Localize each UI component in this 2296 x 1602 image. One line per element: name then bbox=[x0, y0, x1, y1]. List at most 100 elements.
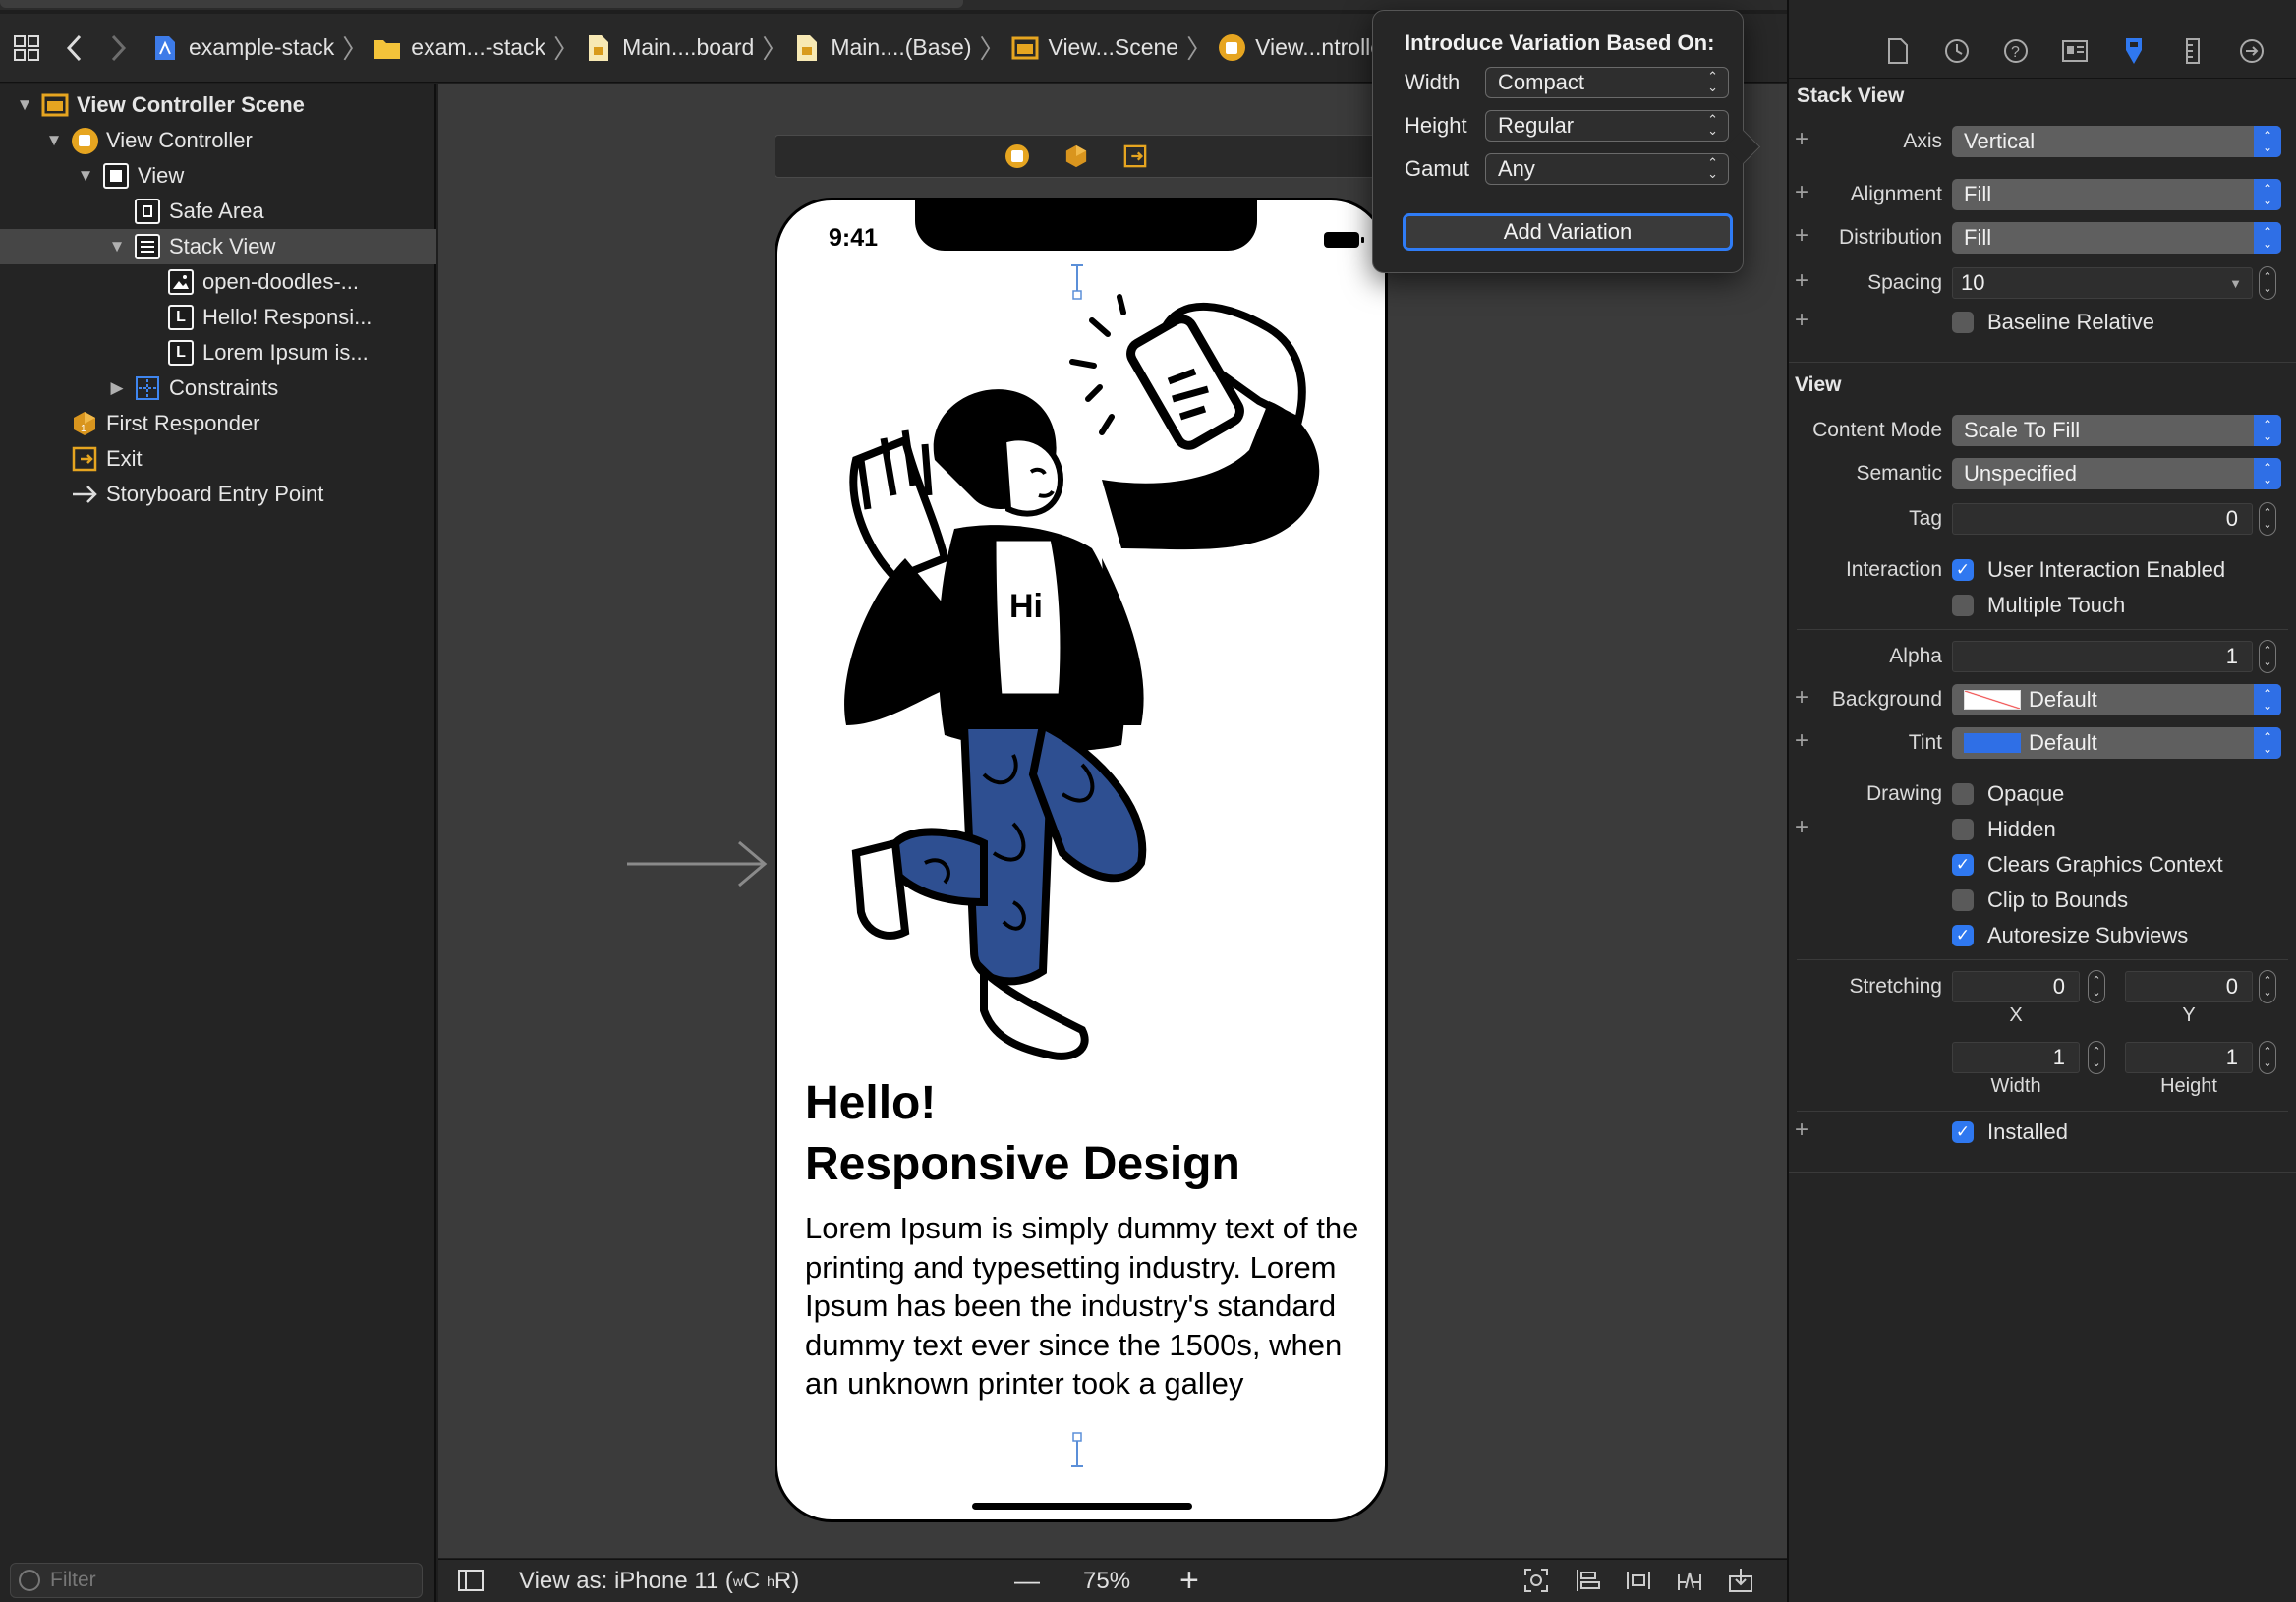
tab-history-inspector[interactable] bbox=[1942, 36, 1972, 66]
title-label[interactable]: Hello! Responsive Design bbox=[805, 1073, 1355, 1195]
autoresize-checkbox[interactable]: ✓ Autoresize Subviews bbox=[1952, 921, 2188, 950]
align-button[interactable] bbox=[1624, 1566, 1653, 1595]
exit-icon[interactable] bbox=[1122, 143, 1148, 169]
outline-row-image-view[interactable]: open-doodles-... bbox=[0, 264, 436, 300]
checkbox-icon[interactable] bbox=[1952, 783, 1974, 805]
checkbox-icon[interactable] bbox=[1952, 595, 1974, 616]
zoom-level[interactable]: 75% bbox=[1083, 1568, 1130, 1595]
disclosure-open-icon[interactable]: ▼ bbox=[75, 166, 96, 186]
zoom-in-button[interactable]: + bbox=[1179, 1562, 1199, 1600]
stretch-x-field[interactable]: 0 bbox=[1952, 971, 2080, 1002]
disclosure-closed-icon[interactable]: ▶ bbox=[106, 378, 128, 398]
width-popup[interactable]: Compact ⌃ ⌄ bbox=[1485, 67, 1729, 98]
breadcrumb-folder[interactable]: exam...-stack 〉 bbox=[373, 29, 579, 66]
resolve-issues-button[interactable] bbox=[1726, 1566, 1755, 1595]
combo-arrow-icon[interactable]: ▼ bbox=[2229, 276, 2242, 291]
outline-row-stack-view[interactable]: ▼ Stack View bbox=[0, 229, 436, 264]
hidden-checkbox[interactable]: Hidden bbox=[1952, 815, 2056, 844]
tab-connections-inspector[interactable] bbox=[2237, 36, 2267, 66]
add-constraints-button[interactable] bbox=[1675, 1566, 1704, 1595]
outline-row-exit[interactable]: Exit bbox=[0, 441, 436, 477]
view-controller-icon[interactable] bbox=[1004, 143, 1030, 169]
multiple-touch-checkbox[interactable]: Multiple Touch bbox=[1952, 591, 2125, 620]
first-responder-icon[interactable] bbox=[1063, 143, 1089, 169]
clears-graphics-checkbox[interactable]: ✓ Clears Graphics Context bbox=[1952, 850, 2223, 880]
view-as-button[interactable]: View as: iPhone 11 (w C h R) bbox=[519, 1568, 799, 1595]
alignment-popup[interactable]: Fill ⌃ ⌄ bbox=[1952, 179, 2281, 210]
height-popup[interactable]: Regular ⌃ ⌄ bbox=[1485, 110, 1729, 142]
outline-row-title-label[interactable]: L Hello! Responsi... bbox=[0, 300, 436, 335]
checkbox-icon[interactable] bbox=[1952, 312, 1974, 333]
outline-row-view-controller[interactable]: ▼ View Controller bbox=[0, 123, 436, 158]
breadcrumb-project[interactable]: example-stack 〉 bbox=[151, 29, 368, 66]
tab-size-inspector[interactable] bbox=[2178, 36, 2208, 66]
axis-popup[interactable]: Vertical ⌃ ⌄ bbox=[1952, 126, 2281, 157]
outline-row-constraints[interactable]: ▶ Constraints bbox=[0, 371, 436, 406]
spacing-stepper[interactable]: ⌃ ⌄ bbox=[2259, 266, 2276, 300]
iphone-frame[interactable]: 9:41 Hi Hello! Responsive Design Lorem I… bbox=[775, 198, 1388, 1522]
alpha-stepper[interactable]: ⌃ ⌄ bbox=[2259, 640, 2276, 673]
tint-color-popup[interactable]: Default ⌃ ⌄ bbox=[1952, 727, 2281, 759]
breadcrumb-storyboard[interactable]: Main....board 〉 bbox=[585, 29, 787, 66]
update-frames-button[interactable] bbox=[1521, 1566, 1551, 1595]
tag-field[interactable]: 0 bbox=[1952, 503, 2253, 535]
tab-file-inspector[interactable] bbox=[1883, 36, 1913, 66]
semantic-popup[interactable]: Unspecified ⌃ ⌄ bbox=[1952, 458, 2281, 489]
background-color-popup[interactable]: Default ⌃ ⌄ bbox=[1952, 684, 2281, 715]
outline-row-body-label[interactable]: L Lorem Ipsum is... bbox=[0, 335, 436, 371]
checkbox-checked-icon[interactable]: ✓ bbox=[1952, 559, 1974, 581]
entry-point-arrow[interactable] bbox=[627, 838, 771, 889]
alpha-field[interactable]: 1 bbox=[1952, 641, 2253, 672]
tab-identity-inspector[interactable] bbox=[2060, 36, 2090, 66]
toggle-outline-button[interactable] bbox=[456, 1566, 486, 1595]
add-variation-button[interactable]: Add Variation bbox=[1403, 213, 1733, 251]
outline-row-view[interactable]: ▼ View bbox=[0, 158, 436, 194]
outline-row-first-responder[interactable]: 1 First Responder bbox=[0, 406, 436, 441]
stretch-height-field[interactable]: 1 bbox=[2125, 1042, 2253, 1073]
gamut-popup[interactable]: Any ⌃ ⌄ bbox=[1485, 153, 1729, 185]
stretch-y-field[interactable]: 0 bbox=[2125, 971, 2253, 1002]
checkbox-checked-icon[interactable]: ✓ bbox=[1952, 1121, 1974, 1143]
disclosure-open-icon[interactable]: ▼ bbox=[106, 237, 128, 257]
hidden-variation-plus[interactable]: + bbox=[1795, 814, 1808, 841]
stretch-width-stepper[interactable]: ⌃ ⌄ bbox=[2088, 1041, 2105, 1074]
breadcrumb-base[interactable]: Main....(Base) 〉 bbox=[793, 29, 1005, 66]
doodle-illustration[interactable]: Hi bbox=[807, 263, 1357, 1128]
stretch-width-field[interactable]: 1 bbox=[1952, 1042, 2080, 1073]
body-label[interactable]: Lorem Ipsum is simply dummy text of the … bbox=[805, 1209, 1375, 1403]
baseline-variation-plus[interactable]: + bbox=[1795, 307, 1808, 334]
related-items-button[interactable] bbox=[0, 19, 53, 78]
checkbox-icon[interactable] bbox=[1952, 819, 1974, 840]
checkbox-checked-icon[interactable]: ✓ bbox=[1952, 854, 1974, 876]
spacing-field[interactable]: 10 ▼ bbox=[1952, 267, 2253, 299]
storyboard-canvas[interactable]: 9:41 Hi Hello! Responsive Design Lorem I… bbox=[438, 84, 1787, 1558]
distribution-popup[interactable]: Fill ⌃ ⌄ bbox=[1952, 222, 2281, 254]
outline-row-scene[interactable]: ▼ View Controller Scene bbox=[0, 87, 436, 123]
tab-quick-help[interactable]: ? bbox=[2001, 36, 2031, 66]
breadcrumb-scene[interactable]: View...Scene 〉 bbox=[1011, 29, 1212, 66]
embed-in-stack-button[interactable] bbox=[1573, 1566, 1602, 1595]
stretch-height-stepper[interactable]: ⌃ ⌄ bbox=[2259, 1041, 2276, 1074]
filter-field[interactable]: Filter bbox=[10, 1563, 423, 1598]
clip-to-bounds-checkbox[interactable]: Clip to Bounds bbox=[1952, 886, 2128, 915]
disclosure-open-icon[interactable]: ▼ bbox=[43, 131, 65, 150]
disclosure-open-icon[interactable]: ▼ bbox=[14, 95, 35, 115]
checkbox-icon[interactable] bbox=[1952, 889, 1974, 911]
baseline-relative-checkbox[interactable]: Baseline Relative bbox=[1952, 308, 2154, 337]
outline-row-entry-point[interactable]: Storyboard Entry Point bbox=[0, 477, 436, 512]
stretch-x-stepper[interactable]: ⌃ ⌄ bbox=[2088, 970, 2105, 1003]
outline-row-safe-area[interactable]: Safe Area bbox=[0, 194, 436, 229]
installed-variation-plus[interactable]: + bbox=[1795, 1116, 1808, 1144]
tag-stepper[interactable]: ⌃ ⌄ bbox=[2259, 502, 2276, 536]
back-button[interactable] bbox=[53, 19, 96, 78]
zoom-out-button[interactable]: — bbox=[1014, 1566, 1040, 1596]
forward-button[interactable] bbox=[96, 19, 140, 78]
tab-attributes-inspector[interactable] bbox=[2119, 36, 2149, 66]
user-interaction-checkbox[interactable]: ✓ User Interaction Enabled bbox=[1952, 555, 2225, 585]
constraint-bottom-handle[interactable] bbox=[1068, 1429, 1086, 1470]
stretch-y-stepper[interactable]: ⌃ ⌄ bbox=[2259, 970, 2276, 1003]
checkbox-checked-icon[interactable]: ✓ bbox=[1952, 925, 1974, 946]
installed-checkbox[interactable]: ✓ Installed bbox=[1952, 1117, 2068, 1147]
content-mode-popup[interactable]: Scale To Fill ⌃ ⌄ bbox=[1952, 415, 2281, 446]
opaque-checkbox[interactable]: Opaque bbox=[1952, 779, 2064, 809]
